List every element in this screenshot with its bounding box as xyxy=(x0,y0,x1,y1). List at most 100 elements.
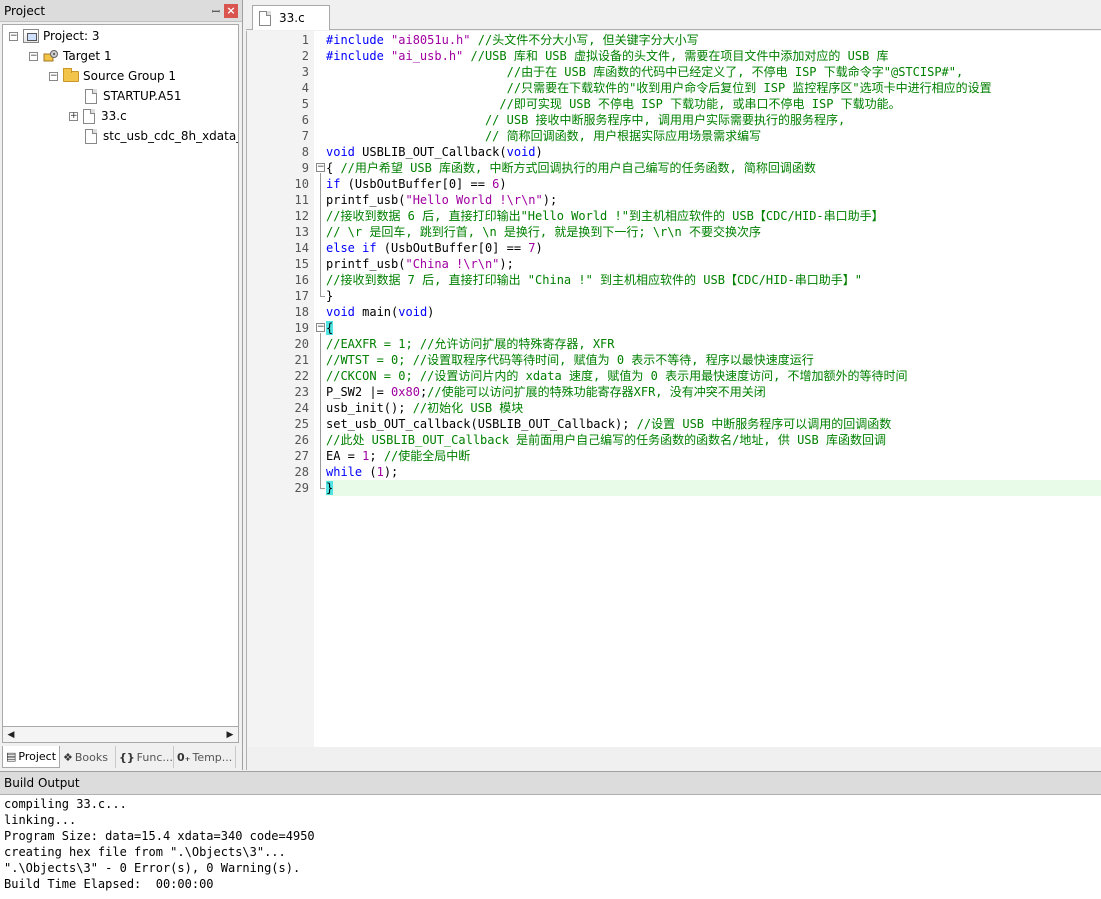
code-token: ) xyxy=(535,145,543,159)
code-token: P_SW2 |= xyxy=(326,385,392,399)
code-line[interactable]: //此处 USBLIB_OUT_Callback 是前面用户自己编写的任务函数的… xyxy=(326,432,1101,448)
code-editor[interactable]: 1 2 3 4 5 6 7 8 9 10 11 12 13 14 15 16 17 18 19 20 21 22 23 24 2… xyxy=(246,31,1101,747)
expand-icon[interactable]: + xyxy=(69,111,78,121)
code-line[interactable]: { //用户希望 USB 库函数, 中断方式回调执行的用户自己编写的任务函数, … xyxy=(326,160,1101,176)
tree-item-target[interactable]: − Target 1 xyxy=(29,47,112,65)
line-number: 24 xyxy=(294,401,309,415)
tab-templates[interactable]: 0₊ Temp... xyxy=(174,746,236,768)
code-line[interactable]: printf_usb("China !\r\n"); xyxy=(326,256,1101,272)
line-number: 15 xyxy=(294,257,309,271)
project-icon xyxy=(23,29,39,43)
build-output-text[interactable]: compiling 33.c... linking... Program Siz… xyxy=(0,795,1101,893)
code-token: usb_init(); xyxy=(326,401,413,415)
tree-item-file[interactable]: stc_usb_cdc_8h_xdata_bl5 xyxy=(85,127,238,145)
line-number: 9 xyxy=(301,161,309,175)
code-line[interactable]: set_usb_OUT_callback(USBLIB_OUT_Callback… xyxy=(326,416,1101,432)
code-line[interactable]: //即可实现 USB 不停电 ISP 下载功能, 或串口不停电 ISP 下载功能… xyxy=(326,96,1101,112)
code-token: ); xyxy=(542,193,558,207)
tab-books[interactable]: ❖ Books xyxy=(60,746,116,768)
close-icon[interactable]: × xyxy=(224,3,238,18)
code-token: void xyxy=(326,145,355,159)
project-panel: Project ꟷ × − Project: 3 − Target 1 − So… xyxy=(0,0,243,770)
code-line[interactable]: #include "ai8051u.h" //头文件不分大小写, 但关键字分大小… xyxy=(326,32,1101,48)
code-token: printf_usb( xyxy=(326,193,406,207)
code-line[interactable]: // \r 是回车, 跳到行首, \n 是换行, 就是换到下一行; \r\n 不… xyxy=(326,224,1101,240)
code-token: void xyxy=(506,145,536,159)
code-token: ) xyxy=(535,241,543,255)
collapse-icon[interactable]: − xyxy=(9,31,18,41)
code-token: EA = xyxy=(326,449,363,463)
line-number: 7 xyxy=(301,129,309,143)
line-number: 13 xyxy=(294,225,309,239)
code-line[interactable]: //WTST = 0; //设置取程序代码等待时间, 赋值为 0 表示不等待, … xyxy=(326,352,1101,368)
tree-item-source-group[interactable]: − Source Group 1 xyxy=(49,67,176,85)
tree-item-project[interactable]: − Project: 3 xyxy=(9,27,100,45)
code-token: // 简称回调函数, 用户根据实际应用场景需求编写 xyxy=(326,129,762,143)
project-tab-icon: ▤ xyxy=(6,750,17,763)
code-line[interactable]: //由于在 USB 库函数的代码中已经定义了, 不停电 ISP 下载命令字"@S… xyxy=(326,64,1101,80)
code-line[interactable]: EA = 1; //使能全局中断 xyxy=(326,448,1101,464)
scroll-right-icon[interactable]: ▶ xyxy=(222,728,238,742)
code-line[interactable]: printf_usb("Hello World !\r\n"); xyxy=(326,192,1101,208)
code-token: ; xyxy=(369,449,384,463)
project-tree: − Project: 3 − Target 1 − Source Group 1… xyxy=(2,24,239,727)
line-number: 28 xyxy=(294,465,309,479)
code-line[interactable]: if (UsbOutBuffer[0] == 6) xyxy=(326,176,1101,192)
code-token: //USB 库和 USB 虚拟设备的头文件, 需要在项目文件中添加对应的 USB… xyxy=(463,49,889,63)
code-line[interactable]: P_SW2 |= 0x80;//使能可以访问扩展的特殊功能寄存器XFR, 没有冲… xyxy=(326,384,1101,400)
code-line[interactable]: #include "ai_usb.h" //USB 库和 USB 虚拟设备的头文… xyxy=(326,48,1101,64)
fold-toggle-icon[interactable]: − xyxy=(316,323,325,332)
code-line[interactable]: //接收到数据 7 后, 直接打印输出 "China !" 到主机相应软件的 U… xyxy=(326,272,1101,288)
code-line[interactable]: void main(void) xyxy=(326,304,1101,320)
scroll-left-icon[interactable]: ◀ xyxy=(3,728,19,742)
code-line[interactable]: while (1); xyxy=(326,464,1101,480)
code-line[interactable]: //接收到数据 6 后, 直接打印输出"Hello World !"到主机相应软… xyxy=(326,208,1101,224)
tree-item-file[interactable]: STARTUP.A51 xyxy=(85,87,181,105)
code-token: //设置 USB 中断服务程序可以调用的回调函数 xyxy=(636,417,892,431)
code-token: ); xyxy=(499,257,514,271)
tab-33-c[interactable]: 33.c xyxy=(252,5,330,30)
build-output-line: Build Time Elapsed: 00:00:00 xyxy=(4,877,214,891)
code-area[interactable]: #include "ai8051u.h" //头文件不分大小写, 但关键字分大小… xyxy=(326,31,1101,747)
tab-label: Books xyxy=(74,750,108,764)
code-line[interactable]: //只需要在下载软件的"收到用户命令后复位到 ISP 监控程序区"选项卡中进行相… xyxy=(326,80,1101,96)
build-output-line: linking... xyxy=(4,813,77,827)
templates-icon: 0₊ xyxy=(177,750,191,764)
code-line[interactable]: //CKCON = 0; //设置访问片内的 xdata 速度, 赋值为 0 表… xyxy=(326,368,1101,384)
code-token: // USB 接收中断服务程序中, 调用用户实际需要执行的服务程序, xyxy=(326,113,846,127)
code-line[interactable]: // 简称回调函数, 用户根据实际应用场景需求编写 xyxy=(326,128,1101,144)
line-number: 2 xyxy=(301,49,309,63)
line-number: 4 xyxy=(301,81,309,95)
code-token: ) xyxy=(427,305,435,319)
line-number: 23 xyxy=(294,385,309,399)
code-line[interactable]: void USBLIB_OUT_Callback(void) xyxy=(326,144,1101,160)
code-line[interactable]: } xyxy=(326,480,1101,496)
line-number: 14 xyxy=(294,241,309,255)
horizontal-scrollbar[interactable]: ◀ ▶ xyxy=(2,727,239,743)
fold-toggle-icon[interactable]: − xyxy=(316,163,325,172)
tree-item-file[interactable]: + 33.c xyxy=(69,107,127,125)
code-line[interactable]: // USB 接收中断服务程序中, 调用用户实际需要执行的服务程序, xyxy=(326,112,1101,128)
tab-project[interactable]: ▤ Project xyxy=(2,746,60,768)
code-line[interactable]: //EAXFR = 1; //允许访问扩展的特殊寄存器, XFR xyxy=(326,336,1101,352)
line-number: 10 xyxy=(294,177,309,191)
tab-functions[interactable]: {} Func... xyxy=(116,746,174,768)
line-number: 16 xyxy=(294,273,309,287)
code-line[interactable]: } xyxy=(326,288,1101,304)
collapse-icon[interactable]: − xyxy=(29,51,38,61)
code-line[interactable]: usb_init(); //初始化 USB 模块 xyxy=(326,400,1101,416)
line-number: 6 xyxy=(301,113,309,127)
scroll-track[interactable] xyxy=(19,728,222,742)
functions-icon: {} xyxy=(119,750,135,764)
file-icon xyxy=(83,108,95,124)
pin-icon[interactable]: ꟷ xyxy=(208,4,224,18)
code-line[interactable]: else if (UsbOutBuffer[0] == 7) xyxy=(326,240,1101,256)
collapse-icon[interactable]: − xyxy=(49,71,58,81)
editor-bottom-bar xyxy=(246,747,1101,770)
code-token: //CKCON = 0; //设置访问片内的 xdata 速度, 赋值为 0 表… xyxy=(326,369,908,383)
code-line[interactable]: { xyxy=(326,320,1101,336)
tab-label: Project xyxy=(18,750,57,763)
code-token: void xyxy=(398,305,428,319)
code-token: set_usb_OUT_callback(USBLIB_OUT_Callback… xyxy=(326,417,637,431)
tree-item-label: 33.c xyxy=(101,109,127,123)
